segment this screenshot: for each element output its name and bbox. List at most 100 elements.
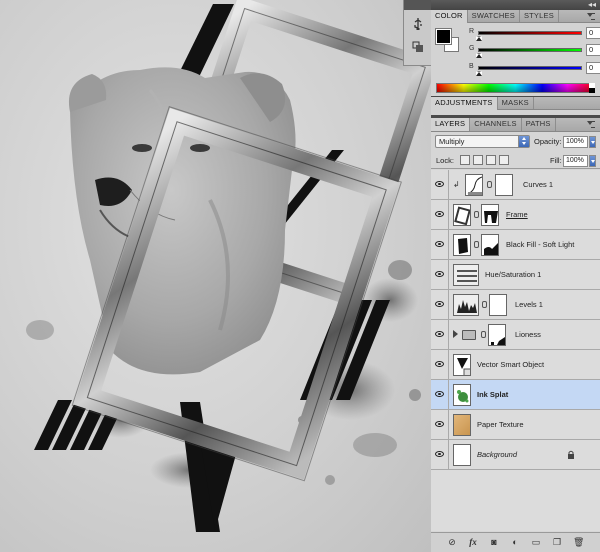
green-slider-row: G 0 xyxy=(469,44,600,58)
hue-saturation-adjustment-icon xyxy=(453,264,479,286)
layer-mask-thumbnail[interactable] xyxy=(488,324,506,346)
tab-adjustments[interactable]: ADJUSTMENTS xyxy=(431,97,498,110)
lock-position-icon[interactable] xyxy=(486,155,496,165)
layer-name: Black Fill - Soft Light xyxy=(506,240,575,249)
smart-object-thumbnail[interactable] xyxy=(453,354,471,376)
mask-link-icon[interactable] xyxy=(482,301,487,308)
artwork xyxy=(26,0,431,532)
visibility-eye-icon[interactable] xyxy=(435,421,444,427)
visibility-eye-icon[interactable] xyxy=(435,181,444,187)
blend-mode-select[interactable]: Multiply xyxy=(435,135,530,148)
tab-channels[interactable]: CHANNELS xyxy=(470,118,522,131)
mask-link-icon[interactable] xyxy=(487,181,492,188)
blend-row: Multiply Opacity: 100% xyxy=(431,133,600,151)
blend-mode-value: Multiply xyxy=(439,137,465,146)
tab-layers[interactable]: LAYERS xyxy=(431,118,471,131)
red-value-field[interactable]: 0 xyxy=(586,27,600,39)
add-mask-icon[interactable]: ◙ xyxy=(489,537,499,547)
layer-row[interactable]: Frame xyxy=(431,200,600,230)
foreground-color-swatch[interactable] xyxy=(435,28,452,45)
panel-menu-icon[interactable] xyxy=(586,12,596,20)
layer-thumbnail[interactable] xyxy=(453,414,471,436)
blue-value-field[interactable]: 0 xyxy=(586,62,600,74)
new-layer-icon[interactable]: ❐ xyxy=(552,537,562,547)
new-group-icon[interactable]: ▭ xyxy=(531,537,541,547)
fill-dropdown-icon[interactable] xyxy=(589,155,596,167)
visibility-eye-icon[interactable] xyxy=(435,391,444,397)
lock-all-icon[interactable] xyxy=(499,155,509,165)
document-canvas[interactable] xyxy=(0,0,431,552)
new-adjustment-layer-icon[interactable]: ◐ xyxy=(510,537,520,547)
usb-icon[interactable] xyxy=(411,17,425,31)
visibility-eye-icon[interactable] xyxy=(435,331,444,337)
green-value-field[interactable]: 0 xyxy=(586,44,600,56)
lock-pixels-icon[interactable] xyxy=(473,155,483,165)
layer-mask-thumbnail[interactable] xyxy=(481,204,499,226)
mask-link-icon[interactable] xyxy=(474,211,479,218)
opacity-field[interactable]: 100% xyxy=(563,136,588,148)
color-panel: ◂◂ COLOR SWATCHES STYLES R 0 G 0 B 0 xyxy=(431,0,600,96)
expand-group-icon[interactable] xyxy=(453,330,458,338)
mask-link-icon[interactable] xyxy=(474,241,479,248)
lock-label: Lock: xyxy=(436,156,454,165)
visibility-eye-icon[interactable] xyxy=(435,271,444,277)
layer-row[interactable]: Lioness xyxy=(431,320,600,350)
mask-link-icon[interactable] xyxy=(481,331,486,338)
layer-row[interactable]: ↲ Curves 1 xyxy=(431,170,600,200)
blue-track[interactable] xyxy=(478,66,582,70)
link-layers-icon[interactable]: ⊘ xyxy=(447,537,457,547)
layer-name: Levels 1 xyxy=(515,300,543,309)
clone-source-icon[interactable] xyxy=(411,40,425,54)
layer-thumbnail[interactable] xyxy=(453,204,471,226)
delete-layer-icon[interactable]: 🗑 xyxy=(573,537,584,547)
panel-menu-icon[interactable] xyxy=(586,120,596,128)
tab-styles[interactable]: STYLES xyxy=(520,10,559,22)
layer-row[interactable]: Ink Splat xyxy=(431,380,600,410)
green-slider-thumb[interactable] xyxy=(476,53,482,58)
red-slider-row: R 0 xyxy=(469,27,600,41)
layer-mask-thumbnail[interactable] xyxy=(495,174,513,196)
visibility-eye-icon[interactable] xyxy=(435,451,444,457)
visibility-eye-icon[interactable] xyxy=(435,301,444,307)
adjustments-panel: ADJUSTMENTS MASKS xyxy=(431,97,600,115)
layer-name: Vector Smart Object xyxy=(477,360,545,369)
color-spectrum-ramp[interactable] xyxy=(436,83,595,93)
tab-swatches[interactable]: SWATCHES xyxy=(468,10,520,22)
blue-slider-thumb[interactable] xyxy=(476,71,482,76)
visibility-eye-icon[interactable] xyxy=(435,361,444,367)
green-track[interactable] xyxy=(478,48,582,52)
layer-thumbnail[interactable] xyxy=(453,444,471,466)
lock-transparency-icon[interactable] xyxy=(460,155,470,165)
tab-color[interactable]: COLOR xyxy=(431,10,468,23)
channel-label: R xyxy=(469,28,475,35)
layer-row[interactable]: Black Fill - Soft Light xyxy=(431,230,600,260)
layer-thumbnail[interactable] xyxy=(453,384,471,406)
layer-row[interactable]: Paper Texture xyxy=(431,410,600,440)
layer-style-fx-icon[interactable]: fx xyxy=(468,537,478,547)
layer-row[interactable]: Vector Smart Object xyxy=(431,350,600,380)
layer-row[interactable]: Hue/Saturation 1 xyxy=(431,260,600,290)
lock-row: Lock: Fill: 100% xyxy=(431,153,600,169)
layers-panel: LAYERS CHANNELS PATHS Multiply Opacity: … xyxy=(431,118,600,552)
layer-name: Hue/Saturation 1 xyxy=(485,270,542,279)
layer-row[interactable]: Background xyxy=(431,440,600,470)
visibility-eye-icon[interactable] xyxy=(435,211,444,217)
layer-row[interactable]: Levels 1 xyxy=(431,290,600,320)
visibility-eye-icon[interactable] xyxy=(435,241,444,247)
red-track[interactable] xyxy=(478,31,582,35)
red-slider-thumb[interactable] xyxy=(476,36,482,41)
tab-paths[interactable]: PATHS xyxy=(522,118,556,131)
blue-slider-row: B 0 xyxy=(469,62,600,76)
layer-mask-thumbnail[interactable] xyxy=(489,294,507,316)
fill-field[interactable]: 100% xyxy=(563,155,588,167)
tab-masks[interactable]: MASKS xyxy=(498,97,534,109)
opacity-label: Opacity: xyxy=(534,137,562,146)
layer-thumbnail[interactable] xyxy=(453,234,471,256)
opacity-dropdown-icon[interactable] xyxy=(589,136,596,148)
black-white-boxes[interactable] xyxy=(589,83,595,93)
select-arrows-icon xyxy=(518,136,529,147)
clipping-arrow-icon: ↲ xyxy=(453,180,460,189)
layer-name: Frame xyxy=(506,210,528,219)
layer-mask-thumbnail[interactable] xyxy=(481,234,499,256)
collapse-arrows-icon[interactable]: ◂◂ xyxy=(588,0,596,10)
